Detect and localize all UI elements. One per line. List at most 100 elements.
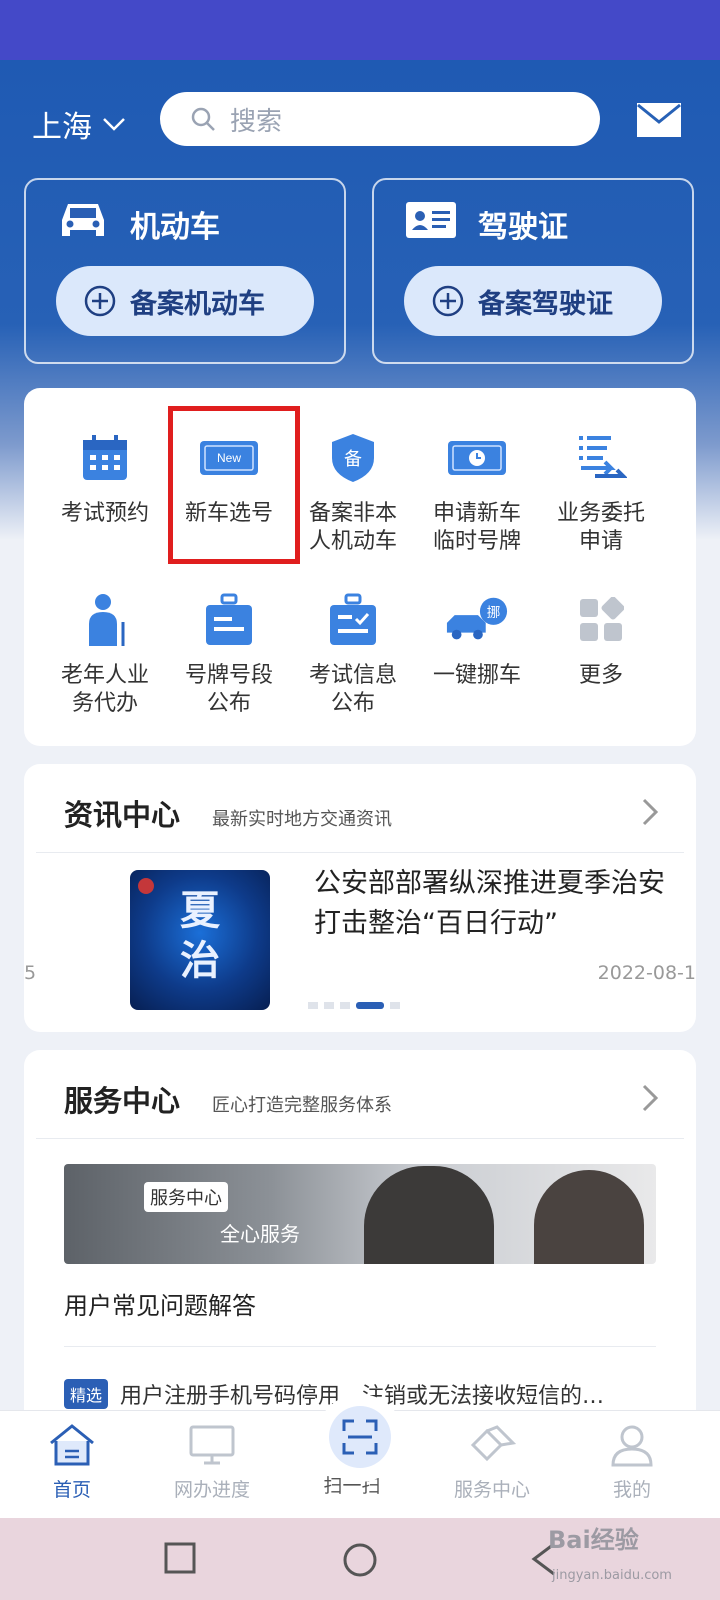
search-placeholder: 搜索 <box>230 106 283 137</box>
status-bar <box>0 0 720 60</box>
tab-service-center[interactable]: 服务中心 <box>432 1423 552 1502</box>
shield-icon: 备 <box>321 426 385 490</box>
service-banner[interactable]: 服务中心 全心服务 <box>64 1164 656 1264</box>
vehicle-card: 机动车 备案机动车 <box>24 178 346 364</box>
recent-apps-button[interactable] <box>164 1542 196 1574</box>
police-emblem-icon <box>138 878 154 894</box>
plate-range-icon <box>197 588 261 652</box>
top-bar: 上海 搜索 <box>0 90 720 150</box>
license-card: 驾驶证 备案驾驶证 <box>372 178 694 364</box>
news-subtitle: 最新实时地方交通资讯 <box>212 809 393 830</box>
search-input[interactable]: 搜索 <box>160 92 600 146</box>
service-temp-plate[interactable]: 申请新车 临时号牌 <box>412 426 542 556</box>
service-label: 更多 <box>578 663 623 688</box>
more-icon <box>569 588 633 652</box>
delegate-icon <box>569 426 633 490</box>
chevron-down-icon <box>103 118 125 131</box>
register-license-label: 备案驾驶证 <box>478 288 613 320</box>
mail-icon[interactable] <box>636 102 682 142</box>
news-title: 资讯中心 <box>64 798 181 832</box>
service-icon <box>470 1425 517 1462</box>
license-card-title: 驾驶证 <box>478 210 568 245</box>
news-thumbnail[interactable]: 夏治 <box>130 870 270 1010</box>
carousel-dot-active <box>356 1002 384 1009</box>
monitor-icon <box>189 1425 235 1465</box>
chevron-right-icon[interactable] <box>640 1082 660 1114</box>
banner-photo-agent <box>364 1166 494 1264</box>
plus-circle-icon <box>84 285 116 317</box>
chevron-right-icon[interactable] <box>640 796 660 828</box>
exam-info-icon <box>321 588 385 652</box>
license-icon <box>404 198 458 246</box>
divider <box>64 1346 656 1347</box>
featured-badge: 精选 <box>64 1379 109 1409</box>
svg-text:挪: 挪 <box>487 605 501 621</box>
carousel-dot <box>308 1002 318 1009</box>
svg-text:备: 备 <box>344 449 362 470</box>
service-delegation[interactable]: 业务委托 申请 <box>536 426 666 556</box>
service-label: 业务委托 申请 <box>556 501 645 554</box>
carousel-dot <box>390 1002 400 1009</box>
divider <box>36 852 684 853</box>
service-center-subtitle: 匠心打造完整服务体系 <box>212 1095 393 1116</box>
temp-plate-icon <box>445 426 509 490</box>
news-thumbnail-art: 夏治 <box>180 888 220 984</box>
service-elderly-proxy[interactable]: 老年人业 务代办 <box>40 588 170 718</box>
service-more[interactable]: 更多 <box>536 588 666 690</box>
banner-photo-agent <box>534 1170 644 1264</box>
vehicle-card-title: 机动车 <box>130 210 220 245</box>
tab-progress[interactable]: 网办进度 <box>152 1423 272 1502</box>
register-vehicle-button[interactable]: 备案机动车 <box>56 266 314 336</box>
tab-mine[interactable]: 我的 <box>572 1423 692 1502</box>
service-label: 一键挪车 <box>432 663 521 688</box>
user-icon <box>611 1425 653 1467</box>
service-exam-booking[interactable]: 考试预约 <box>40 426 170 528</box>
divider <box>36 1138 684 1139</box>
scan-icon <box>329 1406 391 1468</box>
service-center-title: 服务中心 <box>64 1084 181 1118</box>
register-vehicle-label: 备案机动车 <box>130 288 265 320</box>
news-date: 2022-08-1 <box>597 962 696 984</box>
home-button[interactable] <box>342 1542 378 1578</box>
car-icon <box>56 198 110 246</box>
news-headline[interactable]: 公安部部署纵深推进夏季治安打击整治“百日行动” <box>314 864 684 944</box>
carousel-indicator <box>308 1002 400 1009</box>
register-license-button[interactable]: 备案驾驶证 <box>404 266 662 336</box>
service-label: 备案非本 人机动车 <box>308 501 397 554</box>
service-exam-info[interactable]: 考试信息 公布 <box>288 588 418 718</box>
plus-circle-icon <box>432 285 464 317</box>
service-center-section: 服务中心 匠心打造完整服务体系 服务中心 全心服务 用户常见问题解答 精选 用户… <box>24 1050 696 1430</box>
service-move-car[interactable]: 挪 一键挪车 <box>412 588 542 690</box>
service-label: 考试预约 <box>60 501 149 526</box>
watermark-url: jingyan.baidu.com <box>552 1568 672 1583</box>
service-label: 号牌号段 公布 <box>184 663 273 716</box>
tab-label: 首页 <box>52 1479 91 1501</box>
city-selector[interactable]: 上海 <box>32 102 126 146</box>
service-label: 申请新车 临时号牌 <box>432 501 521 554</box>
tab-label: 网办进度 <box>173 1479 250 1501</box>
news-section: 资讯中心 最新实时地方交通资讯 5 夏治 公安部部署纵深推进夏季治安打击整治“百… <box>24 764 696 1032</box>
prev-news-date-fragment: 5 <box>24 962 37 984</box>
news-header: 资讯中心 最新实时地方交通资讯 <box>64 792 392 834</box>
tab-home[interactable]: 首页 <box>12 1423 132 1502</box>
calendar-icon <box>73 426 137 490</box>
carousel-dot <box>324 1002 334 1009</box>
tab-label: 服务中心 <box>453 1479 530 1501</box>
service-label: 考试信息 公布 <box>308 663 397 716</box>
scan-button[interactable] <box>316 1394 404 1482</box>
watermark: Bai经验 <box>548 1526 639 1554</box>
highlight-box <box>168 406 300 564</box>
faq-title[interactable]: 用户常见问题解答 <box>64 1286 256 1321</box>
elderly-icon <box>73 588 137 652</box>
banner-text: 全心服务 <box>220 1222 300 1246</box>
service-register-others-vehicle[interactable]: 备 备案非本 人机动车 <box>288 426 418 556</box>
service-grid: 考试预约 New 新车选号 备 备案非本 人机动车 申请新车 临时号牌 业务委托… <box>24 388 696 746</box>
move-car-icon: 挪 <box>445 588 509 652</box>
search-icon <box>191 107 215 131</box>
tab-label: 我的 <box>612 1479 651 1501</box>
carousel-dot <box>340 1002 350 1009</box>
service-plate-range[interactable]: 号牌号段 公布 <box>164 588 294 718</box>
city-label: 上海 <box>32 110 92 145</box>
service-center-header: 服务中心 匠心打造完整服务体系 <box>64 1078 392 1120</box>
home-icon <box>50 1424 94 1466</box>
